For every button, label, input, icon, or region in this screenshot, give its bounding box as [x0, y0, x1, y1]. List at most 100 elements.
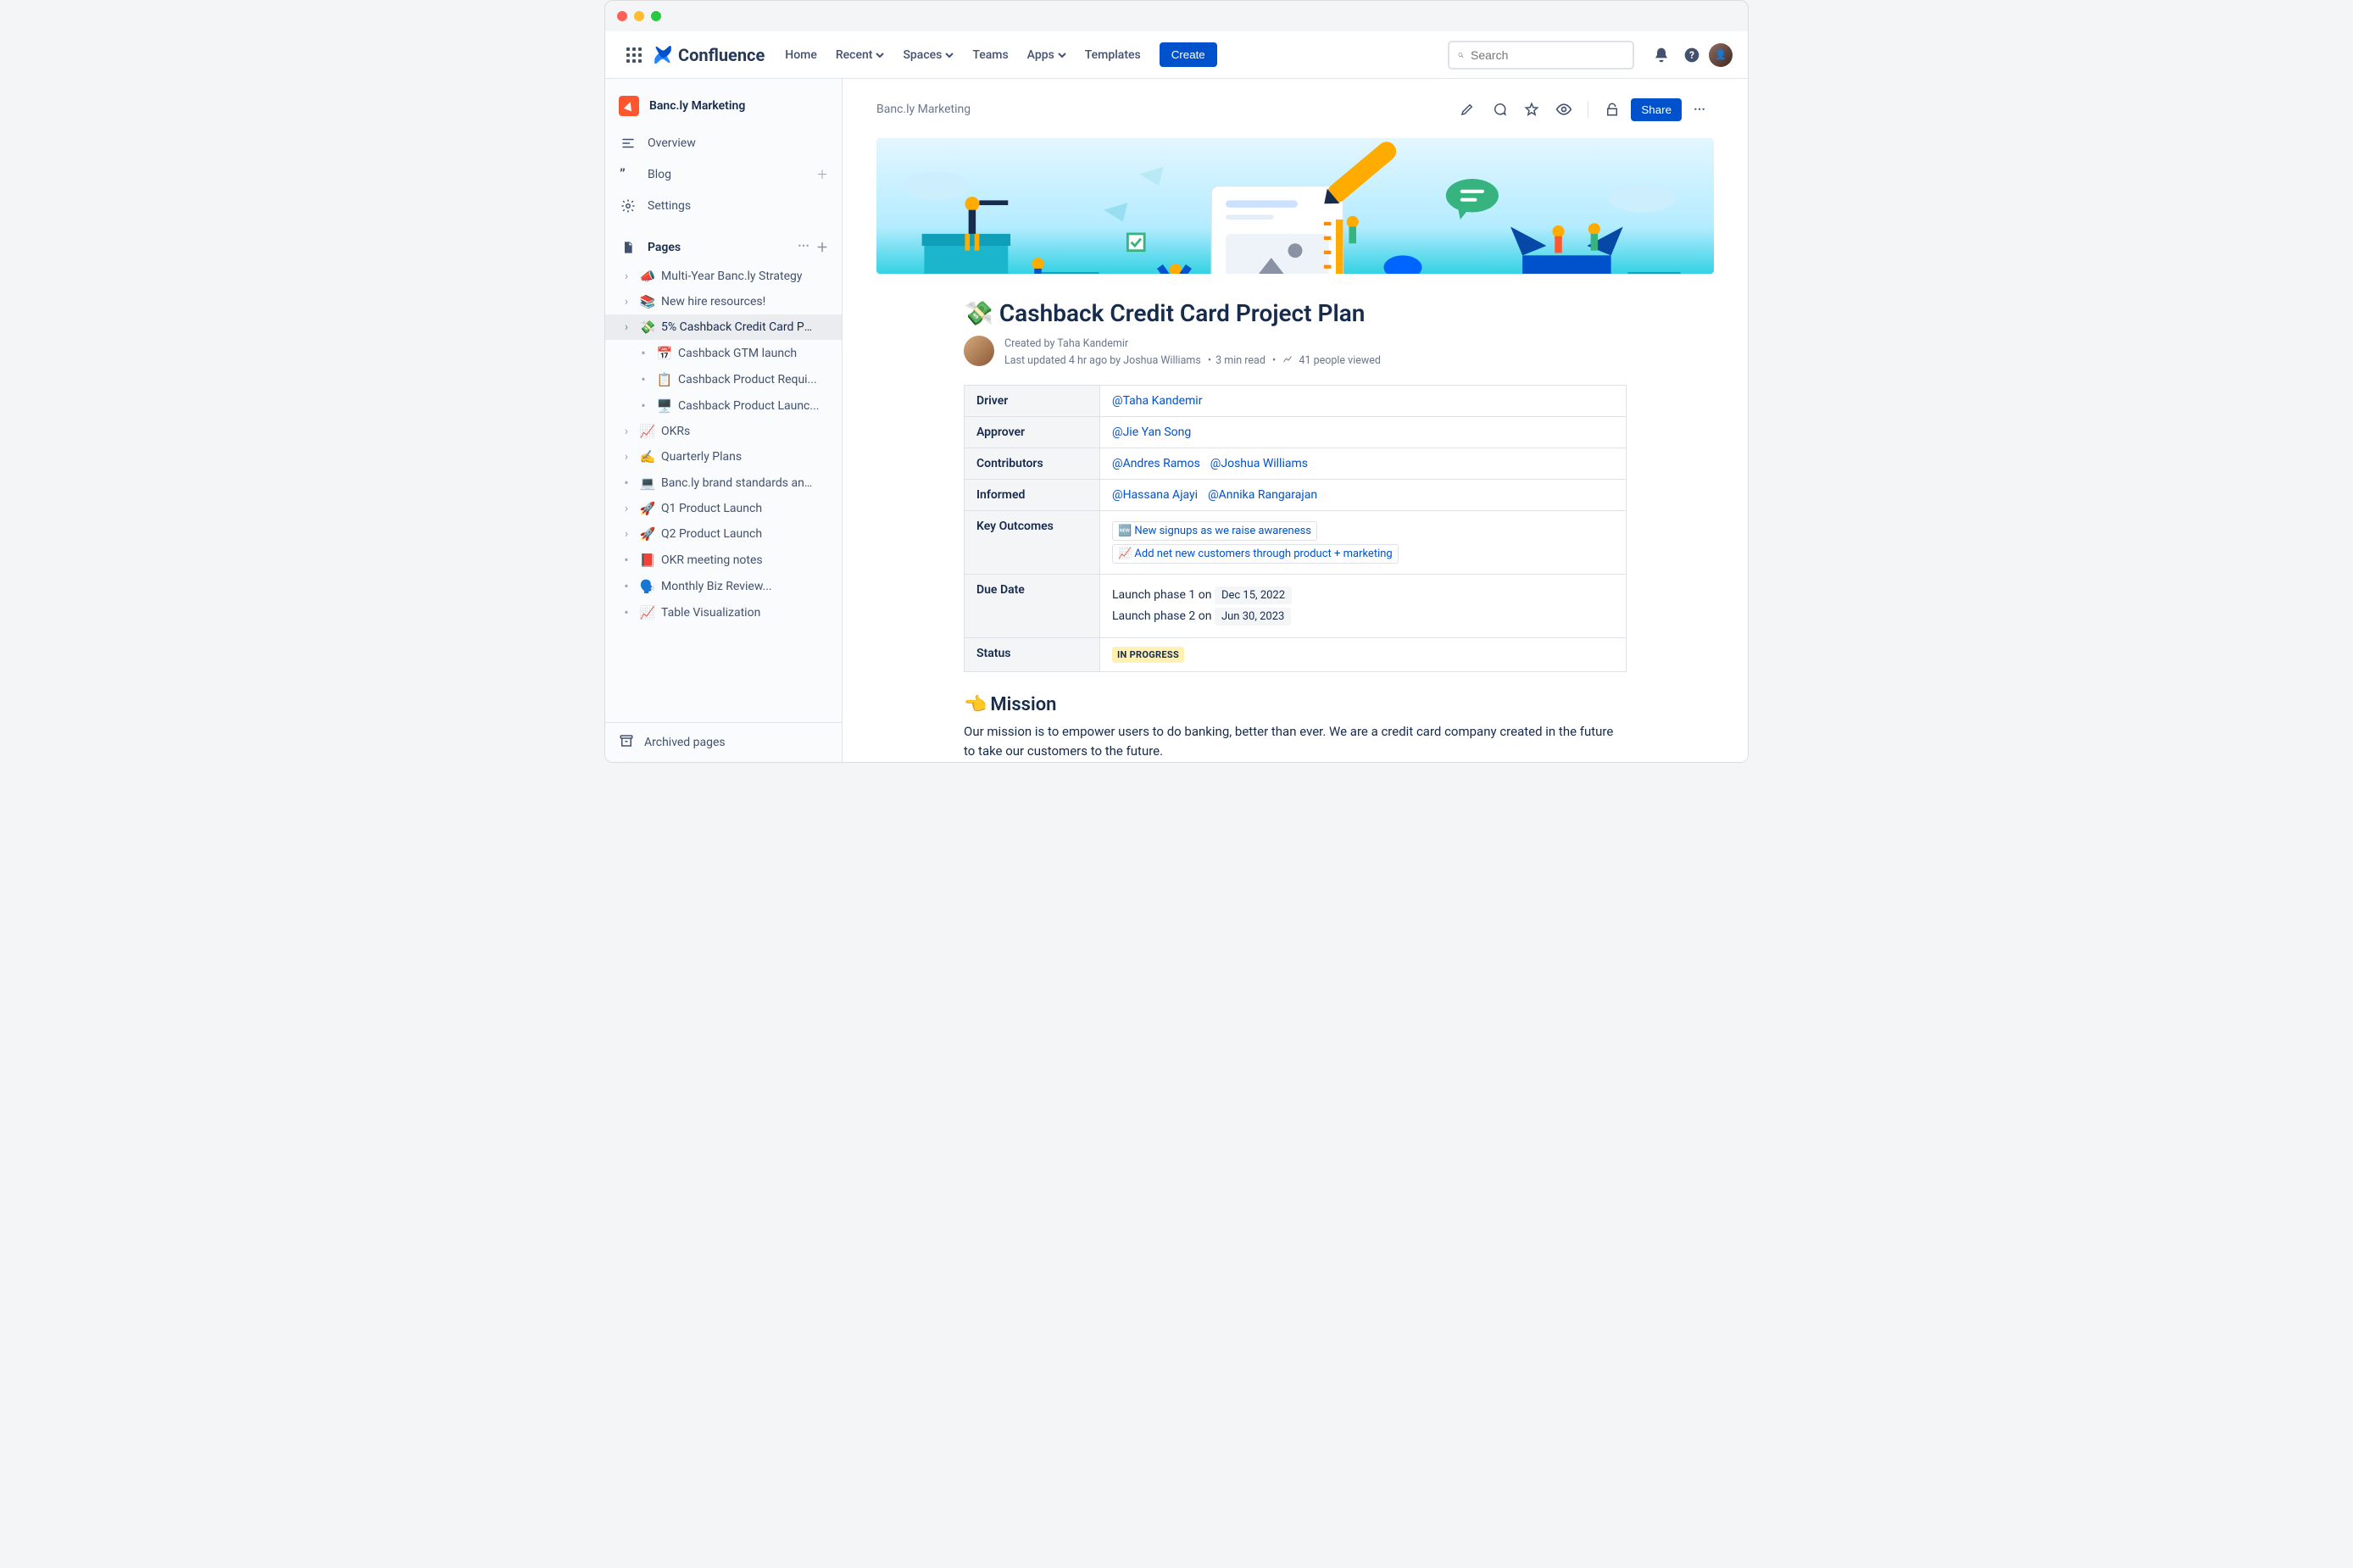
- page-cover: [876, 138, 1714, 274]
- pages-add-icon[interactable]: ＋: [816, 239, 828, 256]
- chevron-right-icon[interactable]: ›: [619, 270, 634, 283]
- app-switcher-icon[interactable]: [620, 42, 648, 69]
- notifications-icon[interactable]: [1648, 42, 1675, 69]
- page-tree-item[interactable]: •🗣️Monthly Biz Review...: [605, 573, 842, 599]
- outcome-chip[interactable]: 🆕 New signups as we raise awareness: [1112, 521, 1317, 541]
- user-mention[interactable]: @Jie Yan Song: [1112, 425, 1191, 439]
- pages-label: Pages: [648, 241, 681, 254]
- user-mention[interactable]: @Andres Ramos: [1112, 457, 1200, 470]
- chevron-right-icon[interactable]: ›: [619, 320, 634, 334]
- more-actions-icon[interactable]: ⋯: [1687, 96, 1714, 123]
- page-tree-item[interactable]: •💻Banc.ly brand standards and...: [605, 470, 842, 496]
- user-mention[interactable]: @Taha Kandemir: [1112, 394, 1202, 408]
- nav-teams[interactable]: Teams: [964, 42, 1016, 69]
- page-tree-item[interactable]: ›📚New hire resources!: [605, 289, 842, 314]
- chevron-right-icon[interactable]: ›: [619, 425, 634, 438]
- sidebar-overview[interactable]: Overview: [605, 128, 842, 158]
- daci-key: Contributors: [965, 448, 1100, 480]
- user-mention[interactable]: @Joshua Williams: [1210, 457, 1308, 470]
- meta-line: Last updated 4 hr ago by Joshua Williams…: [1004, 353, 1381, 370]
- share-button[interactable]: Share: [1631, 98, 1682, 121]
- mission-heading: 👈Mission: [964, 694, 1627, 715]
- user-avatar[interactable]: 👤: [1709, 43, 1733, 67]
- window-close[interactable]: [617, 11, 627, 21]
- mission-body: Our mission is to empower users to do ba…: [964, 722, 1627, 762]
- nav-recent[interactable]: Recent: [827, 42, 893, 69]
- blog-icon: ”: [619, 166, 637, 183]
- product-name: Confluence: [678, 45, 765, 65]
- comment-icon[interactable]: [1486, 96, 1513, 123]
- svg-text:”: ”: [620, 167, 626, 183]
- page-tree-item[interactable]: ›🚀Q1 Product Launch: [605, 496, 842, 521]
- due-row: Launch phase 2 on Jun 30, 2023: [1112, 608, 1614, 626]
- user-mention[interactable]: @Hassana Ajayi: [1112, 488, 1198, 502]
- window-minimize[interactable]: [634, 11, 644, 21]
- space-icon: [619, 96, 639, 116]
- page-tree-item[interactable]: •📈Table Visualization: [605, 599, 842, 626]
- add-icon[interactable]: ＋: [816, 166, 828, 183]
- page-icon: [621, 241, 635, 254]
- outcome-chip[interactable]: 📈 Add net new customers through product …: [1112, 544, 1399, 564]
- daci-val: @Jie Yan Song: [1100, 417, 1627, 448]
- nav-home[interactable]: Home: [776, 42, 826, 69]
- create-button[interactable]: Create: [1160, 42, 1217, 67]
- chevron-right-icon[interactable]: ›: [619, 450, 634, 464]
- date-chip: Dec 15, 2022: [1215, 587, 1292, 604]
- page-tree-item[interactable]: ›💸5% Cashback Credit Card Pr...: [605, 314, 842, 340]
- daci-val: @Andres Ramos @Joshua Williams: [1100, 448, 1627, 480]
- pages-more-icon[interactable]: ⋯: [798, 239, 811, 256]
- restrictions-icon[interactable]: [1599, 96, 1626, 123]
- breadcrumb[interactable]: Banc.ly Marketing: [876, 103, 971, 116]
- author-avatar[interactable]: [964, 336, 994, 366]
- daci-key: Driver: [965, 386, 1100, 417]
- chevron-right-icon[interactable]: ›: [619, 527, 634, 541]
- pages-section[interactable]: Pages ⋯ ＋: [605, 231, 842, 264]
- daci-key: Informed: [965, 480, 1100, 511]
- page-tree-item[interactable]: •📋Cashback Product Requi...: [605, 366, 842, 392]
- analytics-icon: [1282, 354, 1293, 364]
- watch-icon[interactable]: [1550, 96, 1577, 123]
- archived-label: Archived pages: [644, 736, 726, 749]
- chevron-down-icon: [876, 51, 884, 59]
- user-mention[interactable]: @Annika Rangarajan: [1208, 488, 1317, 502]
- nav-apps[interactable]: Apps: [1019, 42, 1075, 69]
- daci-table: Driver @Taha Kandemir Approver @Jie Yan Son…: [964, 385, 1627, 672]
- status-lozenge: IN PROGRESS: [1112, 647, 1184, 663]
- created-by-line: Created by Taha Kandemir: [1004, 336, 1381, 353]
- page-tree-item[interactable]: ›📈OKRs: [605, 419, 842, 444]
- page-tree-item[interactable]: •📕OKR meeting notes: [605, 547, 842, 573]
- space-name: Banc.ly Marketing: [649, 99, 745, 113]
- space-header[interactable]: Banc.ly Marketing: [605, 84, 842, 128]
- page-tree-item[interactable]: ›🚀Q2 Product Launch: [605, 521, 842, 547]
- sidebar-blog[interactable]: ”Blog＋: [605, 158, 842, 191]
- daci-val: @Taha Kandemir: [1100, 386, 1627, 417]
- search-box[interactable]: [1448, 41, 1634, 70]
- chevron-right-icon[interactable]: ›: [619, 502, 634, 515]
- sidebar-settings[interactable]: Settings: [605, 191, 842, 221]
- star-icon[interactable]: [1518, 96, 1545, 123]
- search-input[interactable]: [1471, 48, 1624, 62]
- page-tree-item[interactable]: ›✍️Quarterly Plans: [605, 444, 842, 470]
- edit-icon[interactable]: [1454, 96, 1481, 123]
- product-logo[interactable]: Confluence: [653, 45, 765, 65]
- chevron-down-icon: [1058, 51, 1066, 59]
- page-tree-item[interactable]: •🖥️Cashback Product Launc...: [605, 392, 842, 419]
- nav-templates[interactable]: Templates: [1076, 42, 1149, 69]
- svg-text:?: ?: [1689, 49, 1694, 61]
- overview-icon: [619, 136, 637, 151]
- page-title: 💸 Cashback Credit Card Project Plan: [964, 299, 1627, 327]
- daci-val: @Hassana Ajayi @Annika Rangarajan: [1100, 480, 1627, 511]
- daci-key: Approver: [965, 417, 1100, 448]
- page-tree-item[interactable]: •📅Cashback GTM launch: [605, 340, 842, 366]
- archived-pages[interactable]: Archived pages: [605, 722, 842, 762]
- date-chip: Jun 30, 2023: [1215, 608, 1291, 626]
- nav-spaces[interactable]: Spaces: [894, 42, 962, 69]
- chevron-right-icon[interactable]: ›: [619, 295, 634, 309]
- chevron-down-icon: [945, 51, 954, 59]
- page-tree-item[interactable]: ›📣Multi-Year Banc.ly Strategy: [605, 264, 842, 289]
- window-zoom[interactable]: [651, 11, 661, 21]
- due-row: Launch phase 1 on Dec 15, 2022: [1112, 587, 1614, 604]
- archive-icon: [619, 733, 634, 748]
- help-icon[interactable]: ?: [1678, 42, 1705, 69]
- search-icon: [1458, 48, 1464, 62]
